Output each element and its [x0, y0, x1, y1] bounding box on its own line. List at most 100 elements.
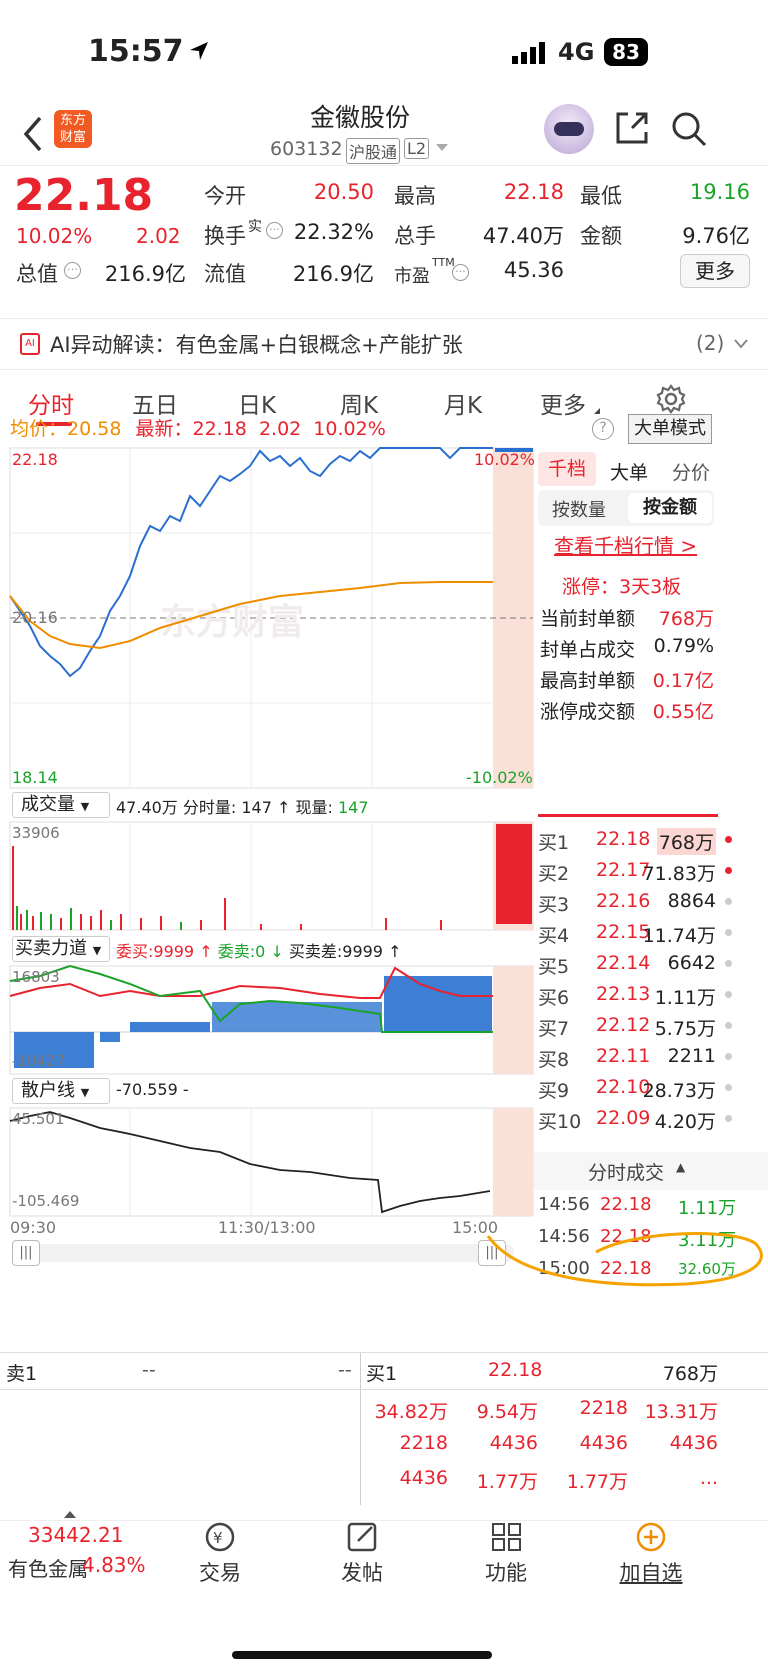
sector-percent[interactable]: 4.83%	[82, 1553, 146, 1577]
order-price: 22.14	[596, 952, 651, 974]
chart-svg: 东方财富	[9, 447, 534, 1217]
order-book-row: 买9 22.10 28.73万	[538, 1076, 732, 1109]
stat-value: 768万	[658, 608, 714, 630]
high-value: 22.18	[503, 180, 564, 204]
add-watchlist-button[interactable]: 加自选	[616, 1557, 686, 1587]
queue-panel: 卖1 -- -- 买1 22.18 768万 34.82万 9.54万 2218 13…	[0, 1352, 768, 1505]
tab-monthly-k[interactable]: 月K	[444, 386, 482, 420]
signal-icon	[512, 42, 545, 64]
queue-order: 4436	[669, 1432, 718, 1454]
force-diff: 买卖差:9999 ↑	[288, 942, 402, 961]
level-detail-link[interactable]: 查看千档行情 >	[554, 530, 697, 559]
order-volume: 2211	[667, 1045, 716, 1067]
side-tab-price[interactable]: 分价	[672, 458, 710, 485]
ask1-price: --	[142, 1359, 156, 1381]
queue-order: 4436	[579, 1432, 628, 1454]
subtab-by-amount[interactable]: 按金额	[628, 493, 712, 523]
change-amount: 2.02	[136, 224, 181, 248]
order-book-row: 买5 22.14 6642	[538, 952, 732, 985]
side-tab-bigorder[interactable]: 大单	[610, 458, 648, 485]
tab-5day[interactable]: 五日	[132, 386, 178, 420]
order-volume: 11.74万	[642, 925, 716, 947]
more-info-icon[interactable]: ···	[64, 262, 81, 279]
force-indicator-select[interactable]: 买卖力道 ▼	[12, 936, 110, 962]
search-icon[interactable]	[670, 110, 708, 148]
order-dot-icon	[725, 929, 732, 936]
quote-panel: 22.18 10.02% 2.02 总值 ··· 216.9亿 今开 20.50…	[0, 170, 768, 316]
settings-gear-icon[interactable]	[656, 384, 686, 414]
volume-bars	[12, 846, 442, 930]
stat-value: 0.17亿	[652, 670, 714, 692]
tick-volume: 1.11万	[678, 1198, 737, 1219]
ticks-header[interactable]: 分时成交 ▲	[534, 1152, 768, 1190]
order-price: 22.13	[596, 983, 651, 1005]
post-button[interactable]: 发帖	[332, 1557, 392, 1587]
bottom-toolbar: 33442.21 有色金属 4.83% ¥ 交易 发帖 功能 加自选	[0, 1511, 768, 1669]
order-volume: 768万	[656, 828, 716, 855]
ai-assistant-avatar[interactable]	[544, 104, 594, 154]
annotation-circle	[486, 1232, 763, 1287]
order-book-row: 买8 22.11 2211	[538, 1045, 732, 1078]
help-icon[interactable]: ?	[592, 418, 614, 440]
retail-indicator-select[interactable]: 散户线 ▼	[12, 1078, 110, 1104]
time-axis-mid: 11:30/13:00	[218, 1218, 316, 1237]
open-value: 20.50	[313, 180, 374, 204]
big-order-mode-button[interactable]: 大单模式	[628, 414, 712, 444]
retail-axis-top: 45.501	[12, 1110, 65, 1128]
stat-label: 封单占成交	[540, 639, 636, 661]
post-icon	[347, 1522, 377, 1552]
limit-up-title: 涨停：3天3板	[562, 576, 682, 598]
order-volume: 1.11万	[654, 987, 716, 1009]
tick-price: 22.18	[600, 1194, 652, 1215]
order-volume: 5.75万	[654, 1018, 716, 1040]
more-info-icon[interactable]: ···	[452, 264, 469, 281]
side-tab-level[interactable]: 千档	[538, 452, 596, 486]
order-level: 买6	[538, 987, 570, 1009]
back-icon[interactable]	[20, 114, 46, 154]
l2-tag: L2	[404, 138, 430, 159]
status-bar: 15:57 4G 83	[0, 0, 768, 110]
order-price: 22.18	[596, 828, 651, 850]
tick-time: 14:56	[538, 1194, 590, 1215]
chevron-down-icon	[734, 339, 748, 349]
order-level: 买5	[538, 956, 570, 978]
turnover-sup: 实	[248, 219, 262, 235]
dropdown-caret-icon[interactable]	[436, 144, 448, 151]
order-level: 买10	[538, 1111, 582, 1133]
time-axis-start: 09:30	[10, 1218, 57, 1237]
share-icon[interactable]	[614, 110, 650, 146]
tab-intraday[interactable]: 分时	[28, 386, 74, 420]
order-volume: 6642	[667, 952, 716, 974]
expand-up-icon[interactable]	[64, 1511, 76, 1518]
pe-label: 市盈	[394, 266, 430, 287]
more-button[interactable]: 更多	[680, 254, 750, 288]
force-select-label: 买卖力道	[15, 938, 87, 959]
sector-name[interactable]: 有色金属	[8, 1553, 88, 1582]
tab-daily-k[interactable]: 日K	[238, 386, 276, 420]
index-value[interactable]: 33442.21	[28, 1523, 123, 1547]
force-buy: 委买:9999 ↑	[116, 942, 213, 961]
tab-more[interactable]: 更多	[540, 386, 586, 420]
ai-insight-bar[interactable]: AI AI异动解读：有色金属+白银概念+产能扩张 (2)	[0, 318, 768, 370]
tab-weekly-k[interactable]: 周K	[340, 386, 378, 420]
open-label: 今开	[204, 184, 246, 208]
time-range-scrollbar[interactable]	[14, 1244, 514, 1262]
tick-row: 14:56 22.18 1.11万	[538, 1194, 768, 1224]
clock: 15:57	[88, 34, 184, 69]
features-grid-icon	[492, 1523, 521, 1551]
subtab-by-volume[interactable]: 按数量	[552, 496, 606, 522]
high-label: 最高	[394, 184, 436, 208]
order-level: 买2	[538, 863, 570, 885]
order-dot-icon	[725, 1084, 732, 1091]
price-axis-mid: 20.16	[12, 608, 58, 627]
features-button[interactable]: 功能	[476, 1557, 536, 1587]
ticks-title: 分时成交	[588, 1162, 665, 1184]
volume-indicator-select[interactable]: 成交量 ▼	[12, 792, 110, 818]
pct-axis-bot: -10.02%	[466, 768, 533, 787]
battery-level: 83	[604, 38, 648, 66]
trade-button[interactable]: 交易	[190, 1557, 250, 1587]
scrollbar-left-handle[interactable]: |||	[12, 1240, 40, 1266]
force-axis-top: 16803	[12, 968, 60, 986]
volume-label: 总手	[394, 224, 436, 248]
turnover-label: 换手	[204, 224, 246, 248]
